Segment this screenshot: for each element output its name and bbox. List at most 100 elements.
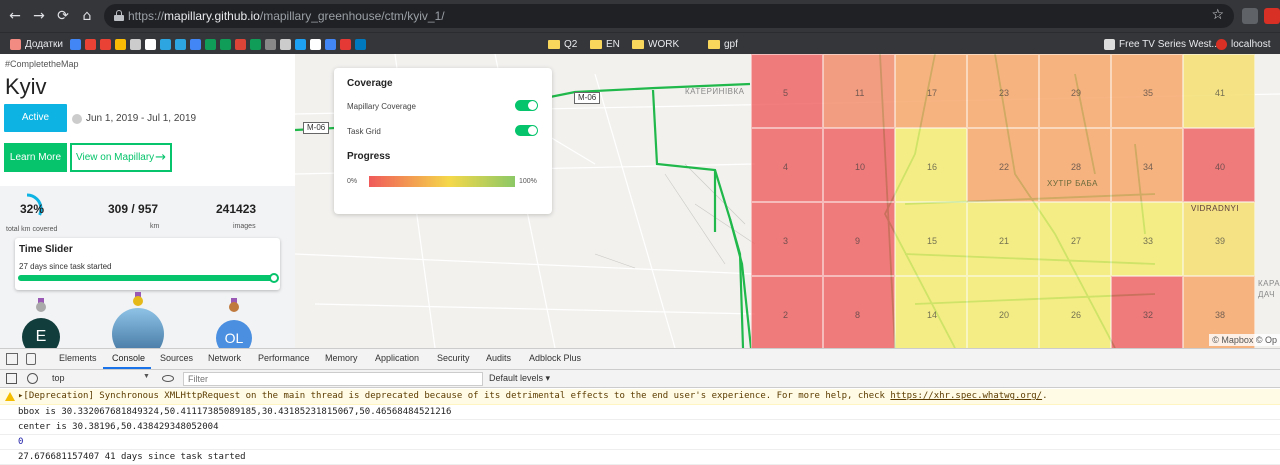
grid-cell-label: 16 <box>927 162 938 172</box>
bookmarks-bar: Додатки Q2 EN WORK gpf Free TV Series We… <box>0 32 1280 54</box>
grid-cell-label: 22 <box>999 162 1010 172</box>
active-tab-indicator <box>103 367 151 369</box>
stats-panel: 32% total km covered 309 / 957 km 241423… <box>0 186 295 348</box>
grid-cell-label: 32 <box>1143 310 1154 320</box>
tab-memory[interactable]: Memory <box>325 353 358 363</box>
console-filter-input[interactable] <box>183 372 483 386</box>
bookmark-icons <box>70 36 370 52</box>
grid-cell-label: 17 <box>927 88 938 98</box>
progress-min-label: 0% <box>347 178 358 185</box>
reload-icon[interactable]: ⟳ <box>54 7 72 25</box>
images-caption: images <box>233 223 256 230</box>
tab-sources[interactable]: Sources <box>160 353 193 363</box>
avatar-photo[interactable] <box>112 308 164 348</box>
tab-network[interactable]: Network <box>208 353 241 363</box>
grid-cell-label: 23 <box>999 88 1010 98</box>
tab-security[interactable]: Security <box>437 353 470 363</box>
road-sign: M-06 <box>303 122 330 134</box>
grid-cell-label: 40 <box>1215 162 1226 172</box>
forward-icon[interactable]: → <box>30 7 48 25</box>
grid-cell-label: 2 <box>783 310 789 320</box>
tab-application[interactable]: Application <box>375 353 419 363</box>
clock-icon <box>72 114 82 124</box>
time-slider-card: Time Slider 27 days since task started <box>15 238 280 290</box>
time-slider-handle[interactable] <box>269 273 279 283</box>
percent-covered: 32% <box>20 202 45 216</box>
lock-icon <box>114 10 124 21</box>
date-range: Jun 1, 2019 - Jul 1, 2019 <box>86 113 197 124</box>
grid-cell-label: 10 <box>855 162 866 172</box>
clear-console-icon[interactable] <box>27 373 38 384</box>
console-warning-row: ▸[Deprecation] Synchronous XMLHttpReques… <box>0 389 1280 405</box>
avatar[interactable]: E <box>22 318 60 348</box>
eye-icon[interactable] <box>162 375 174 382</box>
grid-cell-label: 39 <box>1215 236 1226 246</box>
log-levels-dropdown[interactable]: Default levels ▾ <box>489 373 550 384</box>
time-slider[interactable] <box>18 273 279 283</box>
grid-cell-label: 35 <box>1143 88 1154 98</box>
warning-link[interactable]: https://xhr.spec.whatwg.org/ <box>890 391 1042 401</box>
context-selector[interactable]: top <box>52 373 65 383</box>
grid-cell-label: 9 <box>855 236 861 246</box>
gold-medal-icon <box>133 292 143 306</box>
devtools-panel: Elements Console Sources Network Perform… <box>0 348 1280 465</box>
avatar[interactable]: OL <box>216 320 252 348</box>
grid-cell-label: 5 <box>783 88 789 98</box>
warning-text: [Deprecation] Synchronous XMLHttpRequest… <box>23 391 891 401</box>
progress-gradient-legend <box>369 176 515 187</box>
bookmark-localhost[interactable]: localhost <box>1216 36 1270 52</box>
grid-cell-label: 41 <box>1215 88 1226 98</box>
active-button[interactable]: Active <box>4 104 67 132</box>
tab-performance[interactable]: Performance <box>258 353 310 363</box>
task-grid-toggle[interactable] <box>515 125 538 136</box>
bookmark-folder-q2[interactable]: Q2 <box>548 36 577 52</box>
view-on-mapillary-button[interactable]: View on Mapillary → <box>70 143 172 172</box>
page-title: Kyiv <box>5 74 47 99</box>
home-icon[interactable]: ⌂ <box>78 7 96 25</box>
mapillary-coverage-toggle[interactable] <box>515 100 538 111</box>
tab-adblock-plus[interactable]: Adblock Plus <box>529 353 581 363</box>
bronze-medal-icon <box>229 298 239 312</box>
hashtag: #CompletetheMap <box>5 59 79 69</box>
time-slider-fill <box>18 273 279 283</box>
console-log-row: bbox is 30.332067681849324,50.4111738508… <box>0 405 1280 420</box>
grid-cell-label: 27 <box>1071 236 1082 246</box>
device-toggle-icon[interactable] <box>26 353 36 365</box>
bookmark-folder-en[interactable]: EN <box>590 36 620 52</box>
time-slider-title: Time Slider <box>19 244 73 255</box>
bookmark-star-icon[interactable]: ☆ <box>1211 7 1224 23</box>
console-toolbar: top ▼ Default levels ▾ <box>0 370 1280 388</box>
bookmark-folder-work[interactable]: WORK <box>632 36 679 52</box>
grid-cell-label: 38 <box>1215 310 1226 320</box>
inspect-icon[interactable] <box>6 353 18 365</box>
place-label: VIDRADNYI <box>1191 204 1240 213</box>
grid-cell-label: 20 <box>999 310 1010 320</box>
grid-cell-label: 26 <box>1071 310 1082 320</box>
grid-cell-label: 14 <box>927 310 938 320</box>
km-covered: 309 / 957 <box>108 202 159 216</box>
bookmark-free-tv[interactable]: Free TV Series West... <box>1104 36 1220 52</box>
sidebar-toggle-icon[interactable] <box>6 373 17 384</box>
grid-cell-label: 3 <box>783 236 789 246</box>
back-icon[interactable]: ← <box>6 7 24 25</box>
console-log-row: center is 30.38196,50.438429348052004 <box>0 420 1280 435</box>
extension-icon[interactable] <box>1264 8 1280 24</box>
grid-cell-label: 33 <box>1143 236 1154 246</box>
km-caption: km <box>150 223 160 230</box>
bookmark-apps[interactable]: Додатки <box>10 36 63 52</box>
progress-max-label: 100% <box>519 178 537 185</box>
bookmark-folder-gpf[interactable]: gpf <box>708 36 738 52</box>
address-bar[interactable]: https://mapillary.github.io/mapillary_gr… <box>104 4 1234 28</box>
task-grid-label: Task Grid <box>347 127 381 136</box>
tab-audits[interactable]: Audits <box>486 353 511 363</box>
arrow-right-icon: → <box>155 150 166 165</box>
tab-elements[interactable]: Elements <box>59 353 97 363</box>
tab-console[interactable]: Console <box>112 353 145 363</box>
road-sign: M-06 <box>574 92 601 104</box>
place-label: КАРАВ ДАЧ <box>1258 279 1280 299</box>
extension-icon[interactable] <box>1242 8 1258 24</box>
grid-cell-label: 21 <box>999 236 1010 246</box>
learn-more-button[interactable]: Learn More <box>4 143 67 172</box>
place-label: КАТЕРИНІВКА <box>685 87 745 96</box>
map-attribution[interactable]: © Mapbox © Op <box>1209 334 1280 346</box>
